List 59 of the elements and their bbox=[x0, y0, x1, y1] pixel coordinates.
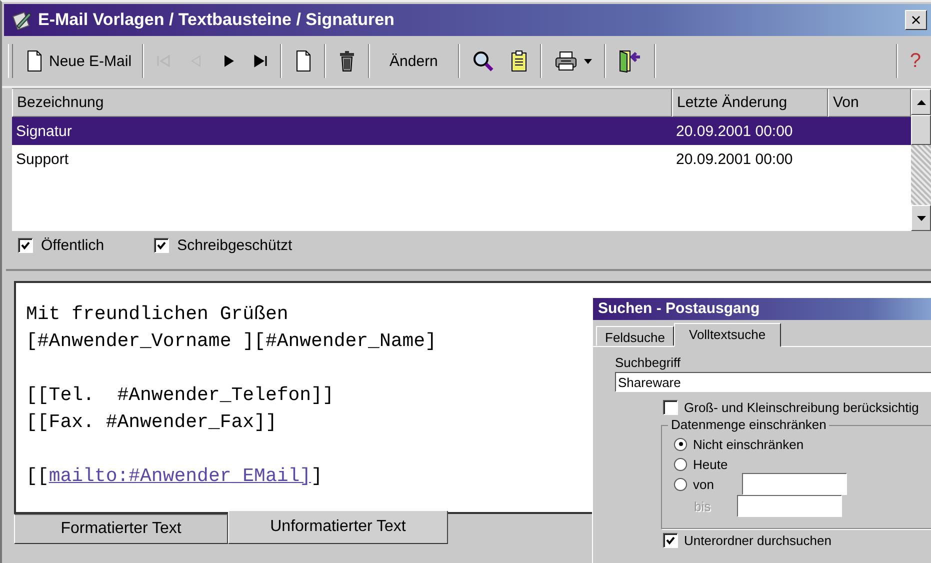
search-icon bbox=[472, 50, 494, 72]
clipboard-icon bbox=[510, 50, 528, 72]
check-icon bbox=[157, 240, 166, 250]
checkbox[interactable] bbox=[154, 238, 170, 252]
down-arrow-icon bbox=[916, 216, 926, 220]
document-icon bbox=[25, 50, 43, 72]
radio-button[interactable] bbox=[674, 478, 687, 490]
up-arrow-icon bbox=[916, 100, 926, 104]
scrollbar[interactable] bbox=[911, 89, 931, 231]
scrollbar-thumb[interactable] bbox=[911, 115, 931, 145]
scroll-up-button[interactable] bbox=[911, 89, 931, 115]
checkbox-label[interactable]: Groß- und Kleinschreibung berücksichtig bbox=[684, 400, 919, 415]
document-icon bbox=[294, 50, 312, 72]
dropdown-icon bbox=[584, 58, 592, 64]
radio-button[interactable] bbox=[674, 458, 687, 470]
notepad-icon bbox=[12, 10, 32, 30]
trash-icon bbox=[338, 50, 356, 72]
last-icon bbox=[252, 53, 268, 69]
table-row[interactable]: Support 20.09.2001 00:00 bbox=[12, 145, 911, 173]
field-label: Suchbegriff bbox=[615, 355, 682, 370]
radio-label[interactable]: Nicht einschränken bbox=[693, 436, 804, 452]
text-line: Mit freundlichen Grüßen bbox=[26, 302, 288, 327]
checkbox[interactable] bbox=[663, 533, 678, 548]
table-cell-text: Signatur bbox=[15, 122, 73, 142]
checkbox-label[interactable]: Öffentlich bbox=[41, 236, 104, 254]
tab[interactable]: Unformatierter Text bbox=[228, 511, 448, 544]
scroll-down-button[interactable] bbox=[911, 205, 931, 231]
date-field[interactable] bbox=[742, 473, 847, 495]
text-line: [#Anwender_Vorname ][#Anwender_Name] bbox=[26, 329, 436, 354]
mailto-link[interactable]: mailto:#Anwender_EMail] bbox=[48, 465, 312, 487]
check-icon bbox=[21, 240, 30, 250]
checkbox[interactable] bbox=[18, 238, 33, 252]
tab[interactable]: Formatierter Text bbox=[14, 514, 228, 544]
edit-button[interactable]: Ändern bbox=[374, 43, 454, 79]
text-line: [[Tel. #Anwender_Telefon]] bbox=[26, 383, 334, 408]
new-email-button[interactable]: Neue E-Mail bbox=[19, 43, 138, 79]
group-title: Datenmenge einschränken bbox=[668, 417, 830, 432]
tab[interactable]: Feldsuche bbox=[596, 326, 674, 346]
printer-icon bbox=[554, 50, 578, 72]
close-button[interactable]: × bbox=[905, 10, 927, 30]
date-field[interactable] bbox=[736, 495, 842, 517]
checkbox[interactable] bbox=[663, 400, 678, 415]
table-cell-text: 20.09.2001 00:00 bbox=[675, 150, 794, 170]
dialog-title: Suchen - Postausgang bbox=[593, 298, 931, 320]
window-title: E-Mail Vorlagen / Textbausteine / Signaturen bbox=[38, 10, 396, 30]
radio-button[interactable] bbox=[674, 438, 687, 450]
text-line: [[Fax. #Anwender_Fax]] bbox=[26, 410, 277, 435]
text-line: [[mailto:#Anwender_EMail]] bbox=[26, 464, 322, 489]
checkbox-label[interactable]: Schreibgeschützt bbox=[177, 236, 292, 254]
tab[interactable]: Volltextsuche bbox=[674, 323, 781, 347]
door-exit-icon bbox=[618, 49, 642, 73]
radio-label[interactable]: von bbox=[693, 476, 714, 492]
table-row[interactable]: Signatur 20.09.2001 00:00 bbox=[12, 117, 911, 145]
check-icon bbox=[666, 536, 675, 545]
search-field[interactable]: Shareware bbox=[615, 372, 931, 392]
table-cell-text: 20.09.2001 00:00 bbox=[675, 122, 794, 142]
table-cell-text: Support bbox=[15, 150, 70, 170]
radio-label[interactable]: Heute bbox=[693, 456, 728, 472]
checkbox-label[interactable]: Unterordner durchsuchen bbox=[684, 533, 832, 548]
